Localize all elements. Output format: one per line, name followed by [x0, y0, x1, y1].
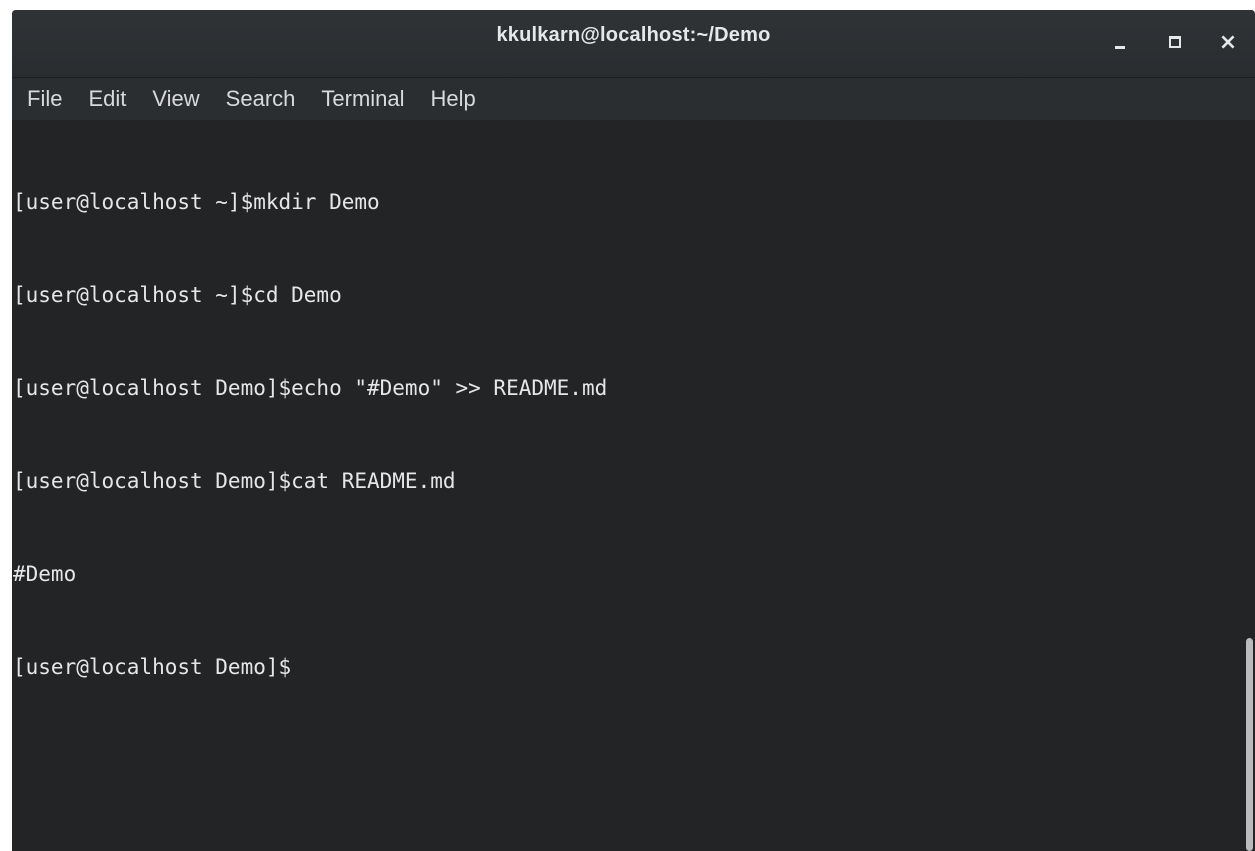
window-title: kkulkarn@localhost:~/Demo — [496, 24, 771, 46]
terminal-line: #Demo — [13, 562, 77, 586]
menu-view[interactable]: View — [139, 78, 212, 120]
terminal-line: [user@localhost ~]$cd Demo — [13, 283, 342, 307]
menu-file[interactable]: File — [14, 78, 75, 120]
terminal-line: [user@localhost Demo]$cat README.md — [13, 469, 456, 493]
menu-edit[interactable]: Edit — [75, 78, 139, 120]
title-bar[interactable]: kkulkarn@localhost:~/Demo × — [12, 10, 1255, 78]
terminal-prompt-line: [user@localhost Demo]$ — [13, 655, 292, 679]
menu-bar: File Edit View Search Terminal Help — [12, 78, 1255, 120]
menu-terminal[interactable]: Terminal — [308, 78, 417, 120]
maximize-icon — [1169, 36, 1181, 48]
minimize-button[interactable] — [1106, 28, 1134, 56]
terminal-line: [user@localhost Demo]$echo "#Demo" >> RE… — [13, 376, 608, 400]
close-icon: × — [1218, 29, 1238, 55]
menu-search[interactable]: Search — [213, 78, 309, 120]
vertical-scrollbar[interactable] — [1243, 120, 1255, 851]
minimize-icon — [1115, 45, 1125, 49]
menu-help[interactable]: Help — [418, 78, 489, 120]
terminal-output[interactable]: [user@localhost ~]$mkdir Demo [user@loca… — [12, 120, 1243, 851]
terminal-window: kkulkarn@localhost:~/Demo × File Edit Vi… — [12, 10, 1255, 851]
scrollbar-thumb[interactable] — [1246, 638, 1253, 851]
close-button[interactable]: × — [1214, 28, 1242, 56]
maximize-button[interactable] — [1161, 28, 1189, 56]
terminal-line: [user@localhost ~]$mkdir Demo — [13, 190, 380, 214]
